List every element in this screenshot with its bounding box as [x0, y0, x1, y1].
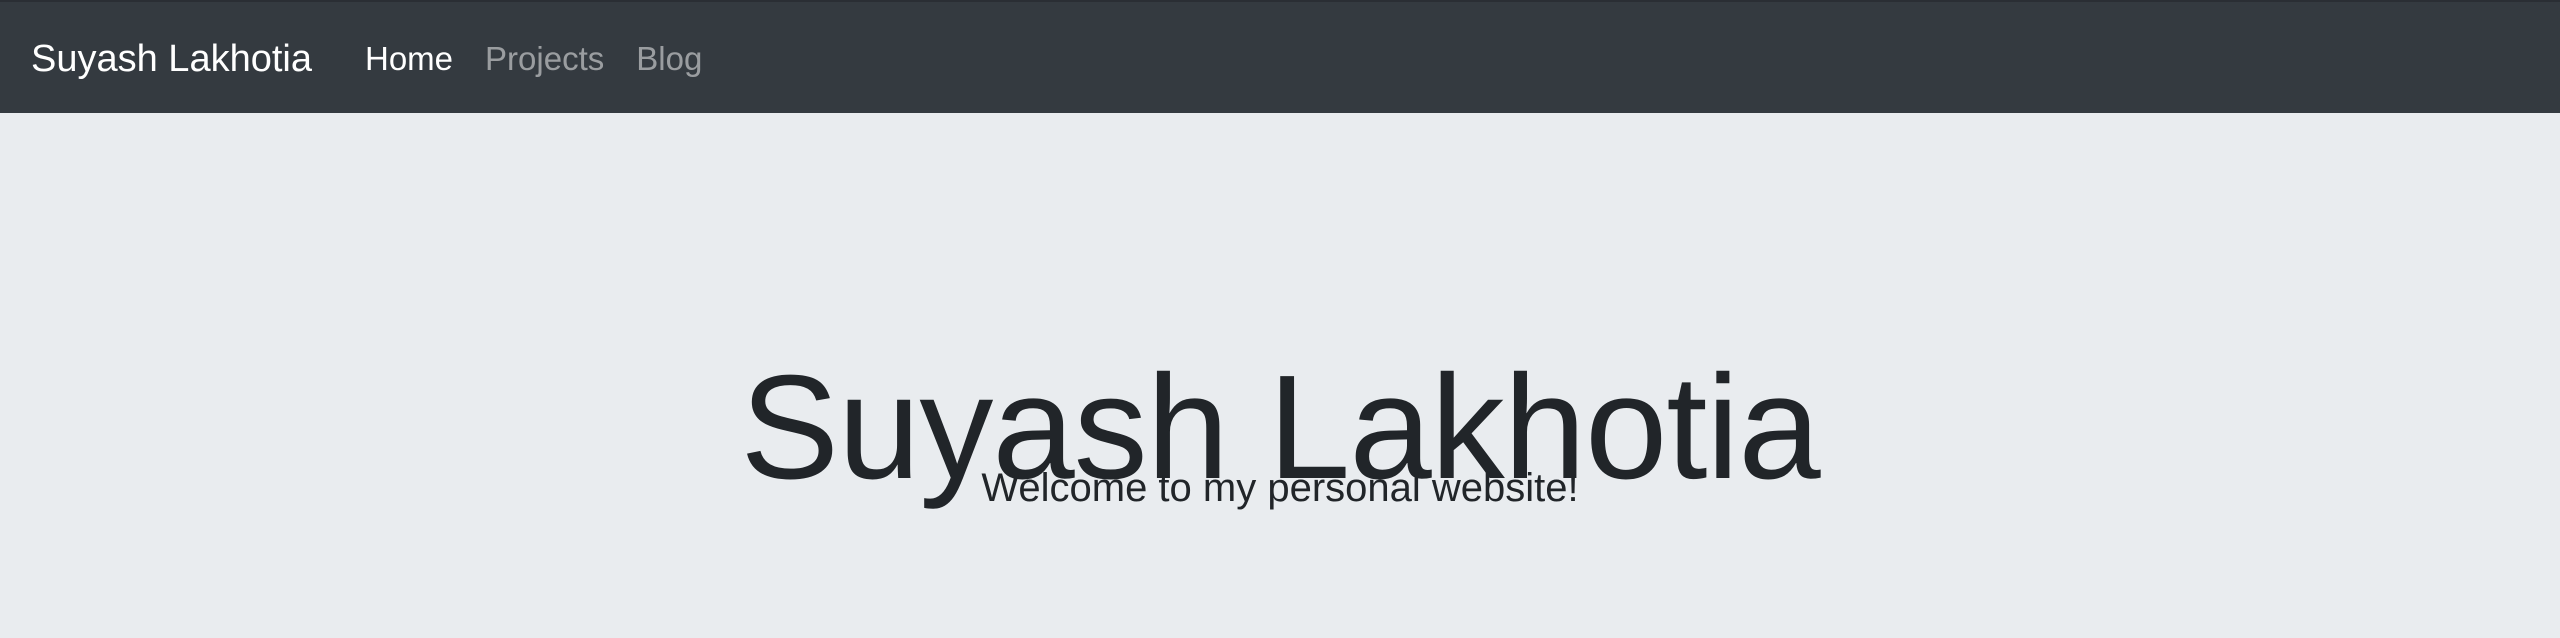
hero-lead: Welcome to my personal website!: [981, 466, 1579, 510]
nav-link-blog[interactable]: Blog: [636, 32, 702, 86]
nav-link-projects[interactable]: Projects: [485, 32, 604, 86]
navbar-brand[interactable]: Suyash Lakhotia: [31, 32, 312, 86]
hero-section: Suyash Lakhotia Welcome to my personal w…: [0, 113, 2560, 638]
nav-links: Home Projects Blog: [365, 32, 734, 86]
nav-link-home[interactable]: Home: [365, 32, 453, 86]
top-navbar: Suyash Lakhotia Home Projects Blog: [0, 0, 2560, 113]
